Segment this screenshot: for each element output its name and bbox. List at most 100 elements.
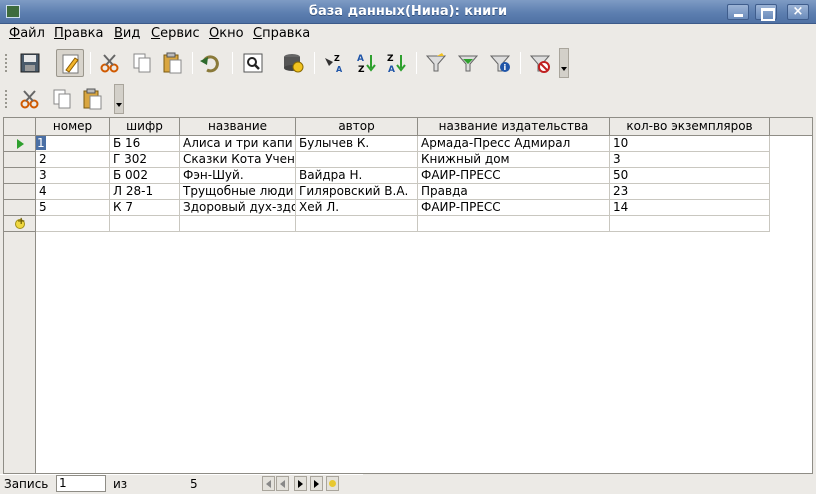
- find-record-button[interactable]: [239, 49, 267, 77]
- row-header[interactable]: [4, 200, 36, 216]
- undo-button[interactable]: [196, 49, 224, 77]
- table-cell[interactable]: 3: [610, 152, 770, 168]
- new-record-button[interactable]: [326, 476, 339, 491]
- refresh-button[interactable]: [279, 49, 307, 77]
- menu-bar: Файл Правка Вид Сервис Окно Справка: [0, 24, 816, 44]
- first-record-button[interactable]: [262, 476, 275, 491]
- table-cell[interactable]: Правда: [418, 184, 610, 200]
- table-cell[interactable]: Л 28-1: [110, 184, 180, 200]
- autofilter-button[interactable]: [422, 49, 450, 77]
- new-row-cell[interactable]: [180, 216, 296, 232]
- table-cell[interactable]: 14: [610, 200, 770, 216]
- table-cell[interactable]: К 7: [110, 200, 180, 216]
- column-header-publisher[interactable]: название издательства: [418, 118, 610, 136]
- column-header-title[interactable]: название: [180, 118, 296, 136]
- sort-descending-button[interactable]: ZA: [382, 49, 410, 77]
- table-cell[interactable]: ФАИР-ПРЕСС: [418, 200, 610, 216]
- column-header-number[interactable]: номер: [36, 118, 110, 136]
- record-navigator: Запись 1 из 5: [0, 474, 816, 494]
- menu-tools[interactable]: Сервис: [151, 26, 200, 41]
- svg-text:A: A: [388, 65, 395, 74]
- column-header-copies[interactable]: кол-во экземпляров: [610, 118, 770, 136]
- grid-corner[interactable]: [4, 118, 36, 136]
- maximize-button[interactable]: [755, 4, 777, 21]
- row-header[interactable]: [4, 152, 36, 168]
- table-cell[interactable]: Армада-Пресс Адмирал: [418, 136, 610, 152]
- paste-icon: [83, 88, 102, 110]
- new-row-cell[interactable]: [296, 216, 418, 232]
- copy-button[interactable]: [48, 85, 76, 113]
- menu-file[interactable]: Файл: [9, 26, 45, 41]
- remove-filter-button[interactable]: [526, 49, 554, 77]
- main-toolbar: ZA AZ ZA i: [0, 44, 816, 82]
- standard-filter-icon: [457, 55, 479, 72]
- table-cell[interactable]: 50: [610, 168, 770, 184]
- table-cell[interactable]: Фэн-Шуй.: [180, 168, 296, 184]
- minimize-button[interactable]: [727, 4, 749, 20]
- toolbar-overflow-button[interactable]: [559, 48, 569, 78]
- apply-filter-button[interactable]: i: [486, 49, 514, 77]
- table-cell[interactable]: Книжный дом: [418, 152, 610, 168]
- new-row-cell[interactable]: [418, 216, 610, 232]
- row-header-current[interactable]: [4, 136, 36, 152]
- table-cell[interactable]: Б 16: [110, 136, 180, 152]
- menu-view[interactable]: Вид: [114, 26, 140, 41]
- previous-record-button[interactable]: [276, 476, 289, 491]
- sort-ascending-button[interactable]: AZ: [352, 49, 380, 77]
- table-cell[interactable]: 1: [36, 136, 110, 152]
- cut-button[interactable]: [96, 49, 124, 77]
- menu-help[interactable]: Справка: [253, 26, 310, 41]
- edit-mode-button[interactable]: [56, 49, 84, 77]
- column-header-code[interactable]: шифр: [110, 118, 180, 136]
- save-button[interactable]: [16, 49, 44, 77]
- current-row-arrow-icon: [17, 139, 24, 149]
- table-cell[interactable]: ФАИР-ПРЕСС: [418, 168, 610, 184]
- table-cell[interactable]: 23: [610, 184, 770, 200]
- paste-button[interactable]: [158, 49, 186, 77]
- next-record-button[interactable]: [294, 476, 307, 491]
- new-row-cell[interactable]: [610, 216, 770, 232]
- table-cell[interactable]: Сказки Кота Учен: [180, 152, 296, 168]
- last-record-button[interactable]: [310, 476, 323, 491]
- table-cell[interactable]: Здоровый дух-здо: [180, 200, 296, 216]
- table-cell[interactable]: 3: [36, 168, 110, 184]
- table-cell[interactable]: Булычев К.: [296, 136, 418, 152]
- row-header[interactable]: [4, 184, 36, 200]
- table-cell[interactable]: 2: [36, 152, 110, 168]
- cut-button[interactable]: [16, 85, 44, 113]
- sort-button[interactable]: ZA: [320, 49, 348, 77]
- toolbar-grip[interactable]: [5, 54, 8, 72]
- new-row-cell[interactable]: [110, 216, 180, 232]
- find-record-icon: [243, 53, 263, 73]
- toolbar-separator: [90, 52, 91, 74]
- menu-edit[interactable]: Правка: [54, 26, 103, 41]
- table-cell[interactable]: Гиляровский В.А.: [296, 184, 418, 200]
- row-header-new[interactable]: [4, 216, 36, 232]
- record-number-input[interactable]: 1: [56, 475, 106, 492]
- title-bar[interactable]: база данных(Нина): книги ×: [0, 0, 816, 24]
- standard-filter-button[interactable]: [454, 49, 482, 77]
- table-cell[interactable]: Г 302: [110, 152, 180, 168]
- toolbar-overflow-button[interactable]: [114, 84, 124, 114]
- copy-button[interactable]: [128, 49, 156, 77]
- table-cell[interactable]: 4: [36, 184, 110, 200]
- table-cell[interactable]: Алиса и три капи: [180, 136, 296, 152]
- column-header-author[interactable]: автор: [296, 118, 418, 136]
- table-cell[interactable]: Вайдра Н.: [296, 168, 418, 184]
- table-cell[interactable]: Хей Л.: [296, 200, 418, 216]
- menu-window[interactable]: Окно: [209, 26, 244, 41]
- table-cell[interactable]: [296, 152, 418, 168]
- table-cell[interactable]: Трущобные люди: [180, 184, 296, 200]
- table-cell[interactable]: 10: [610, 136, 770, 152]
- paste-icon: [163, 52, 182, 74]
- row-header[interactable]: [4, 168, 36, 184]
- close-button[interactable]: ×: [787, 4, 809, 20]
- toolbar-grip[interactable]: [5, 90, 8, 108]
- data-grid[interactable]: номер шифр название автор название издат…: [3, 117, 813, 474]
- copy-icon: [53, 89, 71, 109]
- paste-button[interactable]: [78, 85, 106, 113]
- table-cell[interactable]: 5: [36, 200, 110, 216]
- table-cell[interactable]: Б 002: [110, 168, 180, 184]
- undo-icon: [200, 55, 219, 73]
- new-row-cell[interactable]: [36, 216, 110, 232]
